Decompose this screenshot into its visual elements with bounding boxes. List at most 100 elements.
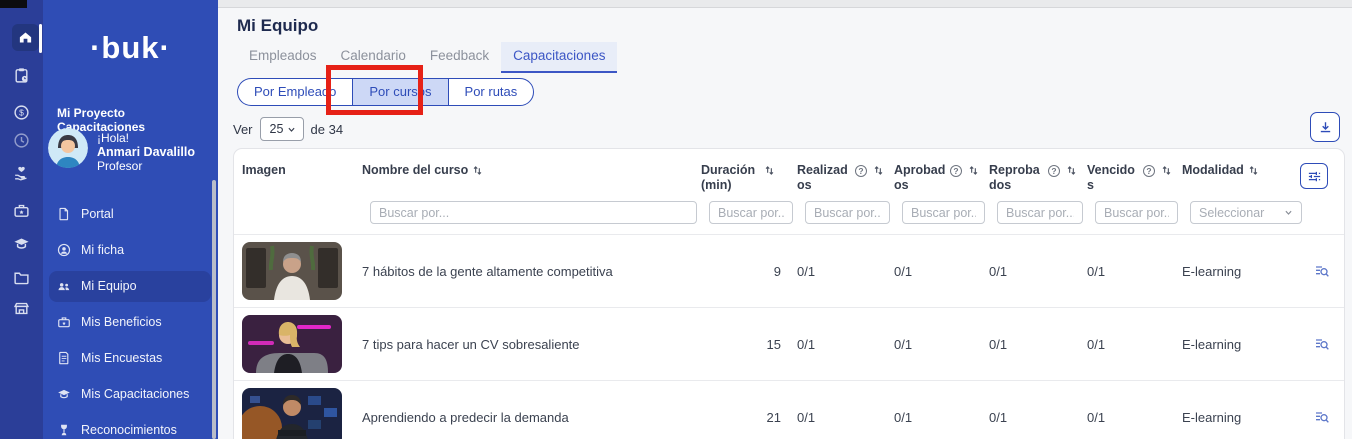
page-size-row: Ver 25 de 34 <box>233 117 343 141</box>
sidebar-item-mis-beneficios[interactable]: Mis Beneficios <box>43 304 218 340</box>
graduation-cap-icon <box>57 387 71 401</box>
rail-time-button[interactable] <box>0 132 43 149</box>
sort-icon[interactable] <box>472 165 483 180</box>
tab-calendario[interactable]: Calendario <box>329 42 418 73</box>
sort-icon[interactable] <box>764 165 775 180</box>
course-modalidad: E-learning <box>1182 264 1306 279</box>
sliders-icon <box>1307 169 1322 184</box>
sort-icon[interactable] <box>1161 165 1172 180</box>
course-realizados: 0/1 <box>797 337 894 352</box>
rail-files-button[interactable] <box>0 269 43 286</box>
col-vencidos: Vencidos ? <box>1087 157 1182 195</box>
app-window: ·buk· Mi Proyecto Capacitaciones ¡Hola! … <box>0 0 1352 439</box>
course-reprobados: 0/1 <box>989 337 1087 352</box>
section-tabs: Empleados Calendario Feedback Capacitaci… <box>237 42 617 73</box>
sidebar-scrollbar[interactable] <box>212 180 216 439</box>
briefcase-star-icon <box>13 202 30 219</box>
rail-benefits-button[interactable] <box>0 202 43 219</box>
help-icon[interactable]: ? <box>1048 165 1060 177</box>
por-cursos-button[interactable]: Por cursos <box>352 78 447 106</box>
course-thumbnail <box>242 242 342 300</box>
column-settings-button[interactable] <box>1300 163 1328 189</box>
col-aprobados: Aprobados ? <box>894 157 989 195</box>
sidebar-item-portal[interactable]: Portal <box>43 196 218 232</box>
sort-icon[interactable] <box>873 165 884 180</box>
person-circle-icon <box>57 243 71 257</box>
avatar <box>48 128 88 168</box>
courses-table: Imagen Nombre del curso Duración (min) R… <box>233 148 1345 439</box>
page-title: Mi Equipo <box>237 16 318 36</box>
view-switcher: Por Empleado Por cursos Por rutas <box>237 78 534 106</box>
rail-active-indicator <box>39 24 42 53</box>
tab-feedback[interactable]: Feedback <box>418 42 501 73</box>
sidebar-item-mi-equipo[interactable]: Mi Equipo <box>49 271 211 302</box>
sidebar-item-mis-capacitaciones[interactable]: Mis Capacitaciones <box>43 376 218 412</box>
sidebar-item-label: Mis Encuestas <box>81 351 162 365</box>
tab-empleados[interactable]: Empleados <box>237 42 329 73</box>
hand-heart-icon <box>13 165 30 182</box>
table-row[interactable]: 7 tips para hacer un CV sobresaliente 15… <box>234 307 1344 380</box>
row-details-button[interactable] <box>1306 409 1338 425</box>
sidebar-item-label: Mis Beneficios <box>81 315 162 329</box>
clock-icon <box>13 132 30 149</box>
course-reprobados: 0/1 <box>989 264 1087 279</box>
rail-home-button[interactable] <box>12 24 39 51</box>
list-search-icon <box>1314 263 1330 279</box>
download-button[interactable] <box>1310 112 1340 142</box>
sort-icon[interactable] <box>968 165 979 180</box>
file-icon <box>57 207 71 221</box>
course-aprobados: 0/1 <box>894 337 989 352</box>
help-icon[interactable]: ? <box>855 165 867 177</box>
sort-icon[interactable] <box>1248 165 1259 180</box>
ver-label: Ver <box>233 122 253 137</box>
sidebar-item-label: Mis Capacitaciones <box>81 387 189 401</box>
course-realizados: 0/1 <box>797 264 894 279</box>
col-imagen: Imagen <box>242 157 362 195</box>
filter-realizados-input[interactable] <box>805 201 890 224</box>
rail-payments-button[interactable] <box>0 104 43 121</box>
table-header: Imagen Nombre del curso Duración (min) R… <box>234 149 1344 234</box>
row-details-button[interactable] <box>1306 263 1338 279</box>
course-aprobados: 0/1 <box>894 410 989 425</box>
page-size-select[interactable]: 25 <box>260 117 304 141</box>
award-icon <box>57 423 71 437</box>
modalidad-select[interactable]: Seleccionar <box>1190 201 1302 224</box>
buk-logo: ·buk· <box>43 30 218 66</box>
col-nombre: Nombre del curso <box>362 157 701 195</box>
browser-artifact <box>0 0 27 8</box>
main-content: Mi Equipo Empleados Calendario Feedback … <box>218 0 1352 439</box>
sort-icon[interactable] <box>1066 165 1077 180</box>
sidebar-menu: Portal Mi ficha Mi Equipo Mis Beneficios… <box>43 196 218 439</box>
filter-row: Seleccionar <box>242 195 1344 234</box>
course-modalidad: E-learning <box>1182 337 1306 352</box>
rail-training-button[interactable] <box>0 235 43 252</box>
clipboard-clock-icon <box>13 67 30 84</box>
rail-wellness-button[interactable] <box>0 165 43 182</box>
course-thumbnail <box>242 315 342 373</box>
por-rutas-button[interactable]: Por rutas <box>448 78 535 106</box>
filter-nombre-input[interactable] <box>370 201 697 224</box>
help-icon[interactable]: ? <box>1143 165 1155 177</box>
filter-duracion-input[interactable] <box>709 201 793 224</box>
filter-aprobados-input[interactable] <box>902 201 985 224</box>
dollar-circle-icon <box>13 104 30 121</box>
sidebar-item-label: Reconocimientos <box>81 423 177 437</box>
rail-attendance-button[interactable] <box>0 67 43 84</box>
sidebar-item-label: Mi Equipo <box>81 279 137 293</box>
sidebar-item-mis-encuestas[interactable]: Mis Encuestas <box>43 340 218 376</box>
chevron-down-icon <box>1284 208 1293 217</box>
filter-vencidos-input[interactable] <box>1095 201 1178 224</box>
storefront-icon <box>13 300 30 317</box>
sidebar-item-mi-ficha[interactable]: Mi ficha <box>43 232 218 268</box>
help-icon[interactable]: ? <box>950 165 962 177</box>
course-name: 7 hábitos de la gente altamente competit… <box>362 264 701 279</box>
row-details-button[interactable] <box>1306 336 1338 352</box>
table-row[interactable]: Aprendiendo a predecir la demanda 21 0/1… <box>234 380 1344 439</box>
filter-reprobados-input[interactable] <box>997 201 1083 224</box>
sidebar-item-reconocimientos[interactable]: Reconocimientos <box>43 412 218 439</box>
por-empleado-button[interactable]: Por Empleado <box>237 78 352 106</box>
tab-capacitaciones[interactable]: Capacitaciones <box>501 42 617 73</box>
sidebar-item-label: Portal <box>81 207 114 221</box>
table-row[interactable]: 7 hábitos de la gente altamente competit… <box>234 234 1344 307</box>
rail-marketplace-button[interactable] <box>0 300 43 317</box>
